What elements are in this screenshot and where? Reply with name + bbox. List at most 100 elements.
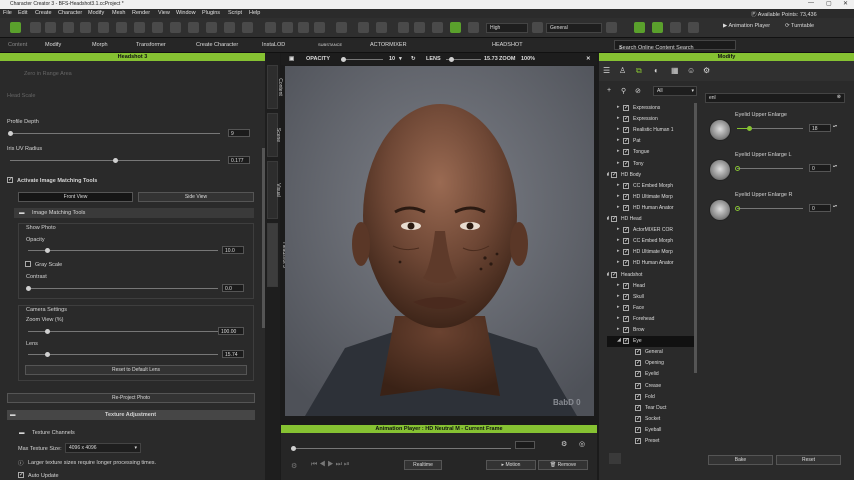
pose-icon[interactable] xyxy=(652,22,663,33)
new-icon[interactable] xyxy=(30,22,41,33)
minimize-button[interactable]: — xyxy=(808,0,814,6)
morph-dial[interactable] xyxy=(709,159,731,181)
morph-slider[interactable] xyxy=(735,166,803,171)
viewport-refresh-icon[interactable]: ↻ xyxy=(411,56,416,62)
open-icon[interactable] xyxy=(45,22,56,33)
add-icon[interactable]: + xyxy=(607,87,611,94)
tree-item[interactable]: Fold xyxy=(607,392,695,403)
frame-icon[interactable] xyxy=(414,22,425,33)
select-icon[interactable] xyxy=(298,22,309,33)
contrast-knob[interactable] xyxy=(26,286,31,291)
tree-checkbox[interactable] xyxy=(623,259,629,267)
max-texture-size-dropdown[interactable]: 4096 x 4096 ▾ xyxy=(65,443,141,453)
opacity-input[interactable]: 10.0 xyxy=(222,246,244,254)
reproject-photo-button[interactable]: Re-Project Photo xyxy=(7,393,255,403)
expand-arrow-icon[interactable]: ▸ xyxy=(617,315,620,321)
expand-arrow-icon[interactable]: ▸ xyxy=(617,237,620,243)
material-tab-icon[interactable]: ◐ xyxy=(654,66,659,75)
tree-item[interactable]: ◢ HD Head xyxy=(607,214,695,225)
tree-checkbox[interactable] xyxy=(611,271,617,278)
tree-checkbox[interactable] xyxy=(635,393,641,400)
realtime-button[interactable]: Realtime xyxy=(404,460,442,470)
morph-search-input[interactable]: enl ⊗ xyxy=(705,93,845,103)
tree-checkbox[interactable] xyxy=(623,315,629,322)
expand-arrow-icon[interactable]: ▸ xyxy=(617,137,620,143)
expand-arrow-icon[interactable]: ◢ xyxy=(607,171,609,177)
tree-checkbox[interactable] xyxy=(623,248,629,256)
camera-icon[interactable] xyxy=(432,22,443,33)
menu-window[interactable]: Window xyxy=(176,10,196,16)
tools-icon[interactable] xyxy=(242,22,253,33)
turntable-button[interactable]: ⟳ Turntable xyxy=(785,23,825,34)
tree-item[interactable]: Tear Duct xyxy=(607,403,695,414)
morph-tab[interactable]: Morph xyxy=(92,42,108,48)
zoom-view-slider[interactable] xyxy=(28,329,218,334)
pose-tab-icon[interactable]: ♙ xyxy=(619,66,626,75)
expand-arrow-icon[interactable]: ▸ xyxy=(617,282,620,288)
menu-edit[interactable]: Edit xyxy=(18,10,27,16)
filter-dropdown[interactable]: All ▾ xyxy=(653,86,697,96)
tree-scrollbar[interactable] xyxy=(694,103,697,373)
tree-options-icon[interactable] xyxy=(609,453,621,464)
grid-icon[interactable] xyxy=(188,22,199,33)
expand-arrow-icon[interactable]: ▸ xyxy=(617,248,620,254)
timeline-knob[interactable] xyxy=(291,446,296,451)
spinner-arrows-icon[interactable]: ▴▾ xyxy=(833,124,838,132)
expand-arrow-icon[interactable]: ▸ xyxy=(617,104,620,110)
tree-checkbox[interactable] xyxy=(623,160,629,167)
opacity-slider[interactable] xyxy=(28,248,218,253)
tree-checkbox[interactable] xyxy=(623,337,629,345)
contrast-slider[interactable] xyxy=(26,286,218,291)
remove-button[interactable]: 🗑 Remove xyxy=(538,460,588,470)
screenshot-icon[interactable] xyxy=(134,22,145,33)
play-controls[interactable]: ⏮ ◀ ▶ ⏭ ⏯ xyxy=(311,461,349,469)
morph-slider[interactable] xyxy=(735,206,803,211)
tree-item[interactable]: Eyeball xyxy=(607,425,695,436)
tree-checkbox[interactable] xyxy=(635,348,641,356)
tree-item[interactable]: General xyxy=(607,347,695,358)
mode-icon[interactable] xyxy=(10,22,21,33)
viewport-close-icon[interactable]: ✕ xyxy=(586,56,591,62)
expand-arrow-icon[interactable]: ▸ xyxy=(617,160,620,166)
tree-checkbox[interactable] xyxy=(623,293,629,300)
tree-checkbox[interactable] xyxy=(635,415,641,422)
menu-modify[interactable]: Modify xyxy=(88,10,104,16)
quality-dropdown[interactable]: High xyxy=(486,23,528,33)
tree-item[interactable]: ▸ Expression xyxy=(607,114,695,125)
figure-icon[interactable]: ⚲ xyxy=(621,87,626,95)
headshot-tab[interactable]: HEADSHOT xyxy=(492,42,523,48)
activate-image-matching-checkbox[interactable] xyxy=(7,176,13,183)
tree-checkbox[interactable] xyxy=(623,104,629,111)
morph-dial[interactable] xyxy=(709,199,731,221)
viewport-opacity-slider[interactable] xyxy=(341,57,383,62)
tree-item[interactable]: ▸ Head xyxy=(607,281,695,292)
expand-arrow-icon[interactable]: ▸ xyxy=(617,126,620,132)
content-search-input[interactable]: ⌕ Search Online Content Search xyxy=(614,40,736,51)
tab-scene[interactable]: Scene xyxy=(267,113,281,157)
tree-item[interactable]: ▸ HD Human Anator xyxy=(607,258,695,269)
morph-value-input[interactable]: 0 xyxy=(809,164,831,172)
tree-item[interactable]: ▸ HD Human Anator xyxy=(607,203,695,214)
profile-depth-knob[interactable] xyxy=(8,131,13,136)
front-view-button[interactable]: Front View xyxy=(18,192,133,202)
tree-checkbox[interactable] xyxy=(635,359,641,367)
tree-checkbox[interactable] xyxy=(623,237,629,245)
tree-checkbox[interactable] xyxy=(623,148,629,156)
tree-item[interactable]: Crease xyxy=(607,381,695,392)
content-tab[interactable]: Content xyxy=(8,42,27,48)
tab-content[interactable]: Content xyxy=(267,65,283,109)
menu-character[interactable]: Character xyxy=(58,10,82,16)
animation-player-button[interactable]: ▶ Animation Player xyxy=(723,23,781,34)
tree-checkbox[interactable] xyxy=(623,193,629,200)
viewport-lens-knob[interactable] xyxy=(449,57,454,62)
home-icon[interactable] xyxy=(398,22,409,33)
tree-checkbox[interactable] xyxy=(623,326,629,333)
maximize-button[interactable]: ▢ xyxy=(826,0,832,7)
save-icon[interactable] xyxy=(63,22,74,33)
anim-icon[interactable] xyxy=(634,22,645,33)
hd-icon[interactable] xyxy=(152,22,163,33)
viewport-opacity-chevron-icon[interactable]: ▾ xyxy=(399,56,402,62)
morph-dial[interactable] xyxy=(709,119,731,141)
tab-visual[interactable]: Visual xyxy=(267,161,281,219)
scale-icon[interactable] xyxy=(358,22,369,33)
